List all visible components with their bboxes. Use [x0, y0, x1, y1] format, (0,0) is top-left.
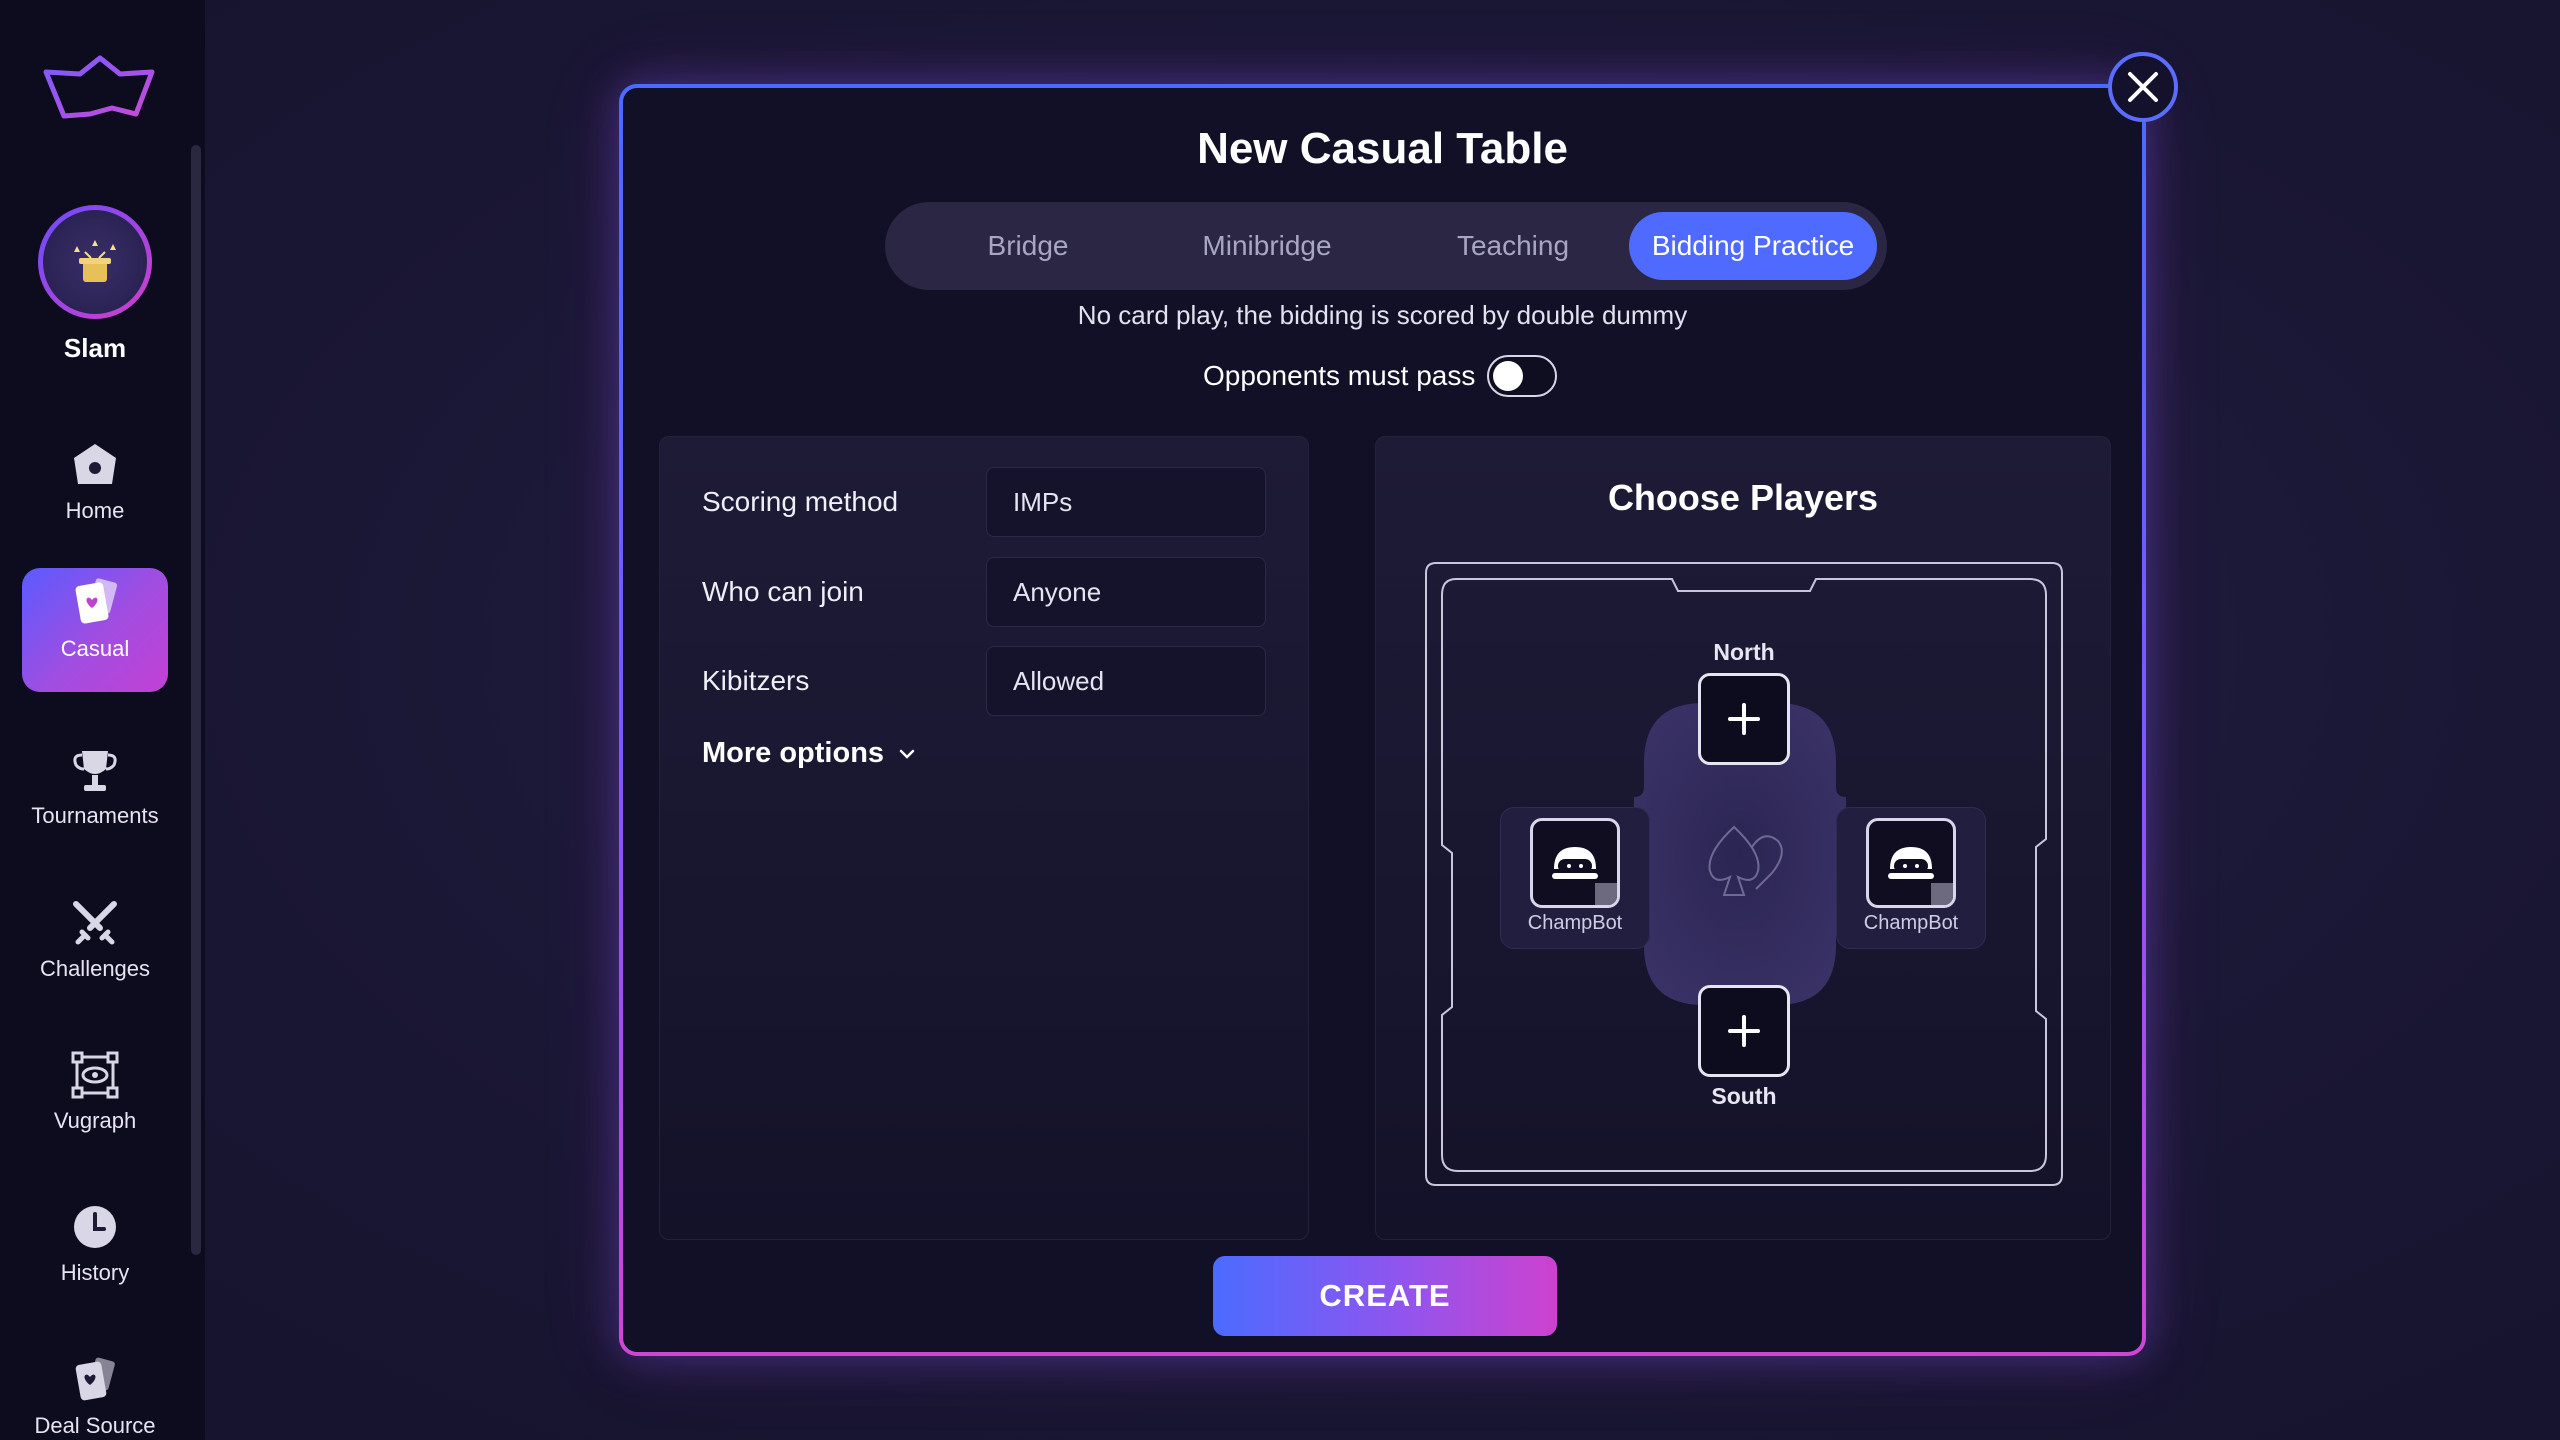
profile-label: Slam	[63, 333, 127, 363]
south-label: South	[1711, 1083, 1777, 1109]
sidebar-item-label: History	[60, 1260, 130, 1285]
toggle-knob	[1493, 361, 1524, 391]
sidebar-item-label: Casual	[60, 636, 130, 661]
sidebar-item-history[interactable]: History	[22, 1192, 168, 1316]
west-bot-name: ChampBot	[1527, 912, 1623, 934]
sidebar-item-label: Home	[65, 498, 125, 523]
who-can-join-select[interactable]: Anyone	[986, 557, 1266, 627]
more-options-toggle[interactable]: More options	[702, 737, 916, 770]
sidebar-item-label: Tournaments	[31, 803, 159, 828]
cards-icon	[75, 578, 118, 624]
deal-cards-icon	[75, 1357, 115, 1401]
robot-icon	[1888, 847, 1934, 879]
profile-slam[interactable]: Slam	[0, 205, 190, 364]
close-icon	[2128, 72, 2158, 102]
modal-title: New Casual Table	[1197, 124, 1568, 173]
kibitzers-select[interactable]: Allowed	[986, 646, 1266, 716]
more-options-label: More options	[702, 737, 885, 769]
clock-icon	[74, 1206, 116, 1248]
magic-hat-icon	[74, 240, 116, 282]
robot-icon	[1552, 847, 1598, 879]
vugraph-eye-icon	[71, 1051, 119, 1099]
sidebar-item-label: Challenges	[39, 956, 151, 981]
setting-who-can-join: Who can join Anyone	[702, 557, 1282, 627]
bot-avatar	[1866, 818, 1956, 908]
players-title: Choose Players	[1607, 477, 1879, 518]
sidebar-item-label: Vugraph	[53, 1108, 137, 1133]
new-table-modal: New Casual Table Bridge Minibridge Teach…	[619, 84, 2146, 1356]
mode-description: No card play, the bidding is scored by d…	[1077, 300, 1688, 330]
sidebar-scrollbar[interactable]	[191, 145, 201, 1255]
crown-logo-icon[interactable]	[40, 52, 158, 130]
create-button[interactable]: CREATE	[1213, 1256, 1557, 1336]
chevron-down-icon	[899, 749, 915, 759]
sidebar-item-casual[interactable]: Casual	[22, 568, 168, 692]
sidebar-item-label: Deal Source	[34, 1413, 156, 1438]
game-type-tabs: Bridge Minibridge Teaching Bidding Pract…	[885, 202, 1887, 290]
sidebar-item-challenges[interactable]: Challenges	[22, 888, 168, 1012]
slam-avatar[interactable]	[38, 205, 152, 319]
plus-icon	[1728, 703, 1760, 735]
tab-bridge[interactable]: Bridge	[933, 212, 1123, 280]
plus-icon	[1728, 1015, 1760, 1047]
crossed-swords-icon	[73, 901, 117, 945]
close-button[interactable]	[2108, 52, 2178, 122]
scoring-method-select[interactable]: IMPs	[986, 467, 1266, 537]
tab-bidding-practice[interactable]: Bidding Practice	[1629, 212, 1877, 280]
setting-label: Scoring method	[702, 486, 899, 517]
add-north-player-button[interactable]	[1698, 673, 1790, 765]
toggle-label: Opponents must pass	[1203, 360, 1476, 391]
setting-kibitzers: Kibitzers Allowed	[702, 646, 1282, 716]
sidebar-item-home[interactable]: Home	[22, 430, 168, 554]
sidebar-item-tournaments[interactable]: Tournaments	[22, 735, 168, 859]
home-icon	[74, 444, 116, 484]
setting-scoring-method: Scoring method IMPs	[702, 467, 1282, 537]
opponents-must-pass-toggle[interactable]	[1487, 355, 1558, 397]
west-player-card[interactable]: ChampBot	[1500, 807, 1650, 949]
tab-teaching[interactable]: Teaching	[1413, 212, 1613, 280]
opponents-must-pass-row: Opponents must pass	[1203, 354, 1558, 398]
status-corner	[1595, 883, 1617, 905]
trophy-icon	[73, 751, 117, 791]
bot-avatar	[1530, 818, 1620, 908]
sidebar-item-vugraph[interactable]: Vugraph	[22, 1040, 168, 1164]
status-corner	[1931, 883, 1953, 905]
choose-players-panel: Choose Players North South ChampBot Cham…	[1375, 436, 2111, 1240]
setting-label: Kibitzers	[702, 665, 810, 696]
sidebar-item-deal-source[interactable]: Deal Source	[22, 1345, 168, 1440]
sidebar: Slam Home Casual Tournaments Challenges …	[0, 0, 205, 1440]
north-label: North	[1713, 639, 1775, 665]
east-player-card[interactable]: ChampBot	[1836, 807, 1986, 949]
east-bot-name: ChampBot	[1863, 912, 1959, 934]
add-south-player-button[interactable]	[1698, 985, 1790, 1077]
tab-minibridge[interactable]: Minibridge	[1157, 212, 1377, 280]
settings-panel: Scoring method IMPs Who can join Anyone …	[659, 436, 1309, 1240]
setting-label: Who can join	[702, 576, 864, 607]
